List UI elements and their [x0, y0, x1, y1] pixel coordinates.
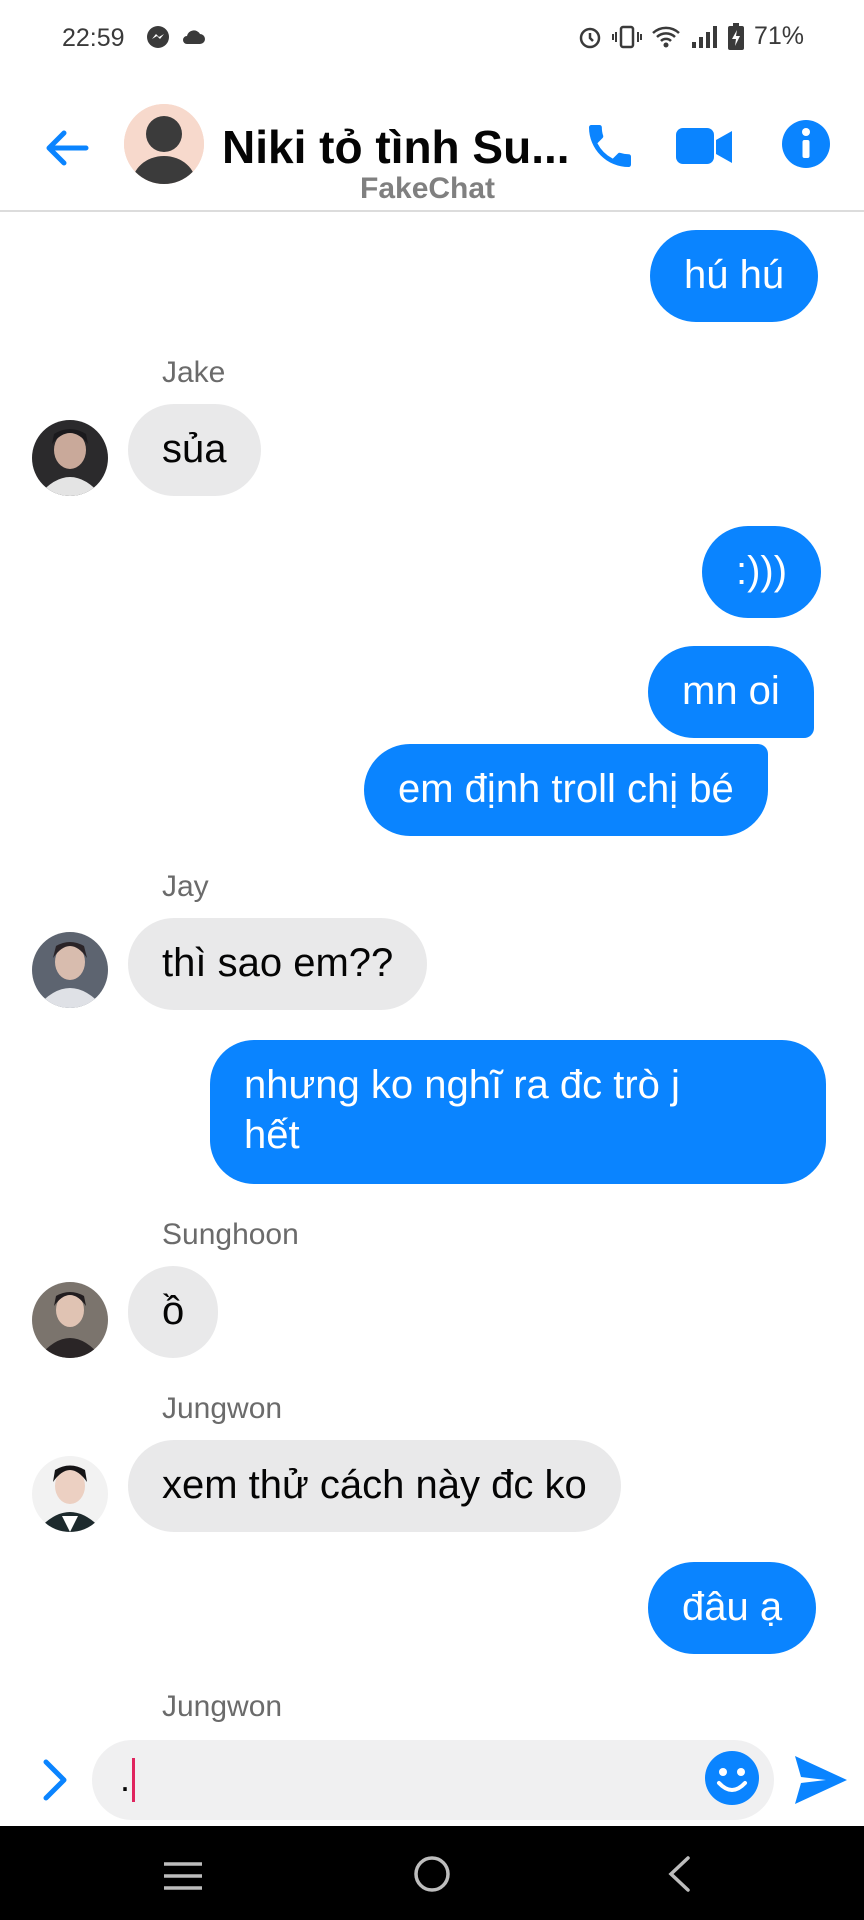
- avatar-jay[interactable]: [32, 932, 108, 1008]
- status-bar: 22:59 71%: [0, 0, 864, 80]
- sender-name: Jungwon: [162, 1690, 283, 1723]
- message-composer: .: [0, 1730, 864, 1830]
- battery-icon: [727, 22, 744, 50]
- chat-title[interactable]: Niki tỏ tình Su...: [222, 120, 570, 174]
- sender-name: Jay: [162, 870, 209, 903]
- text-caret: [132, 1758, 135, 1802]
- send-icon[interactable]: [792, 1752, 850, 1808]
- message-outgoing[interactable]: hú hú: [650, 230, 819, 322]
- message-outgoing[interactable]: nhưng ko nghĩ ra đc trò j hết: [210, 1040, 826, 1184]
- profile-photo: [32, 1456, 108, 1532]
- message-outgoing[interactable]: đâu ạ: [648, 1562, 817, 1654]
- avatar-jake[interactable]: [32, 420, 108, 496]
- message-input[interactable]: .: [92, 1740, 774, 1820]
- status-time: 22:59: [62, 24, 125, 52]
- message-incoming[interactable]: ồ: [128, 1266, 219, 1358]
- cloud-icon: [183, 30, 205, 44]
- battery-percentage: 71%: [753, 22, 804, 50]
- default-avatar-icon: [124, 104, 204, 184]
- nav-menu-icon[interactable]: [162, 1860, 204, 1892]
- fakechat-watermark: FakeChat: [360, 172, 496, 205]
- message-incoming[interactable]: xem thử cách này đc ko: [128, 1440, 621, 1532]
- sender-name: Jungwon: [162, 1392, 283, 1425]
- profile-photo: [32, 420, 108, 496]
- message-input-value: .: [120, 1758, 131, 1799]
- profile-photo: [32, 1282, 108, 1358]
- video-camera-icon[interactable]: [674, 122, 736, 172]
- avatar-jungwon[interactable]: [32, 1456, 108, 1532]
- system-nav-bar: [0, 1826, 864, 1920]
- alarm-icon: [579, 27, 601, 48]
- message-outgoing[interactable]: em định troll chị bé: [364, 744, 768, 836]
- info-icon[interactable]: [780, 118, 832, 170]
- profile-photo: [32, 932, 108, 1008]
- message-outgoing[interactable]: mn oi: [648, 646, 814, 738]
- vibrate-icon: [611, 25, 642, 48]
- nav-back-icon[interactable]: [666, 1854, 692, 1894]
- emoji-icon[interactable]: [704, 1750, 760, 1806]
- chevron-right-icon[interactable]: [38, 1756, 72, 1804]
- message-incoming[interactable]: sủa: [128, 404, 261, 496]
- phone-icon[interactable]: [582, 118, 638, 174]
- signal-icon: [691, 25, 717, 48]
- message-incoming[interactable]: thì sao em??: [128, 918, 428, 1010]
- sender-name: Jake: [162, 356, 226, 389]
- nav-home-icon[interactable]: [412, 1854, 452, 1894]
- chat-header: Niki tỏ tình Su... FakeChat: [0, 84, 864, 212]
- wifi-icon: [652, 26, 680, 47]
- avatar-sunghoon[interactable]: [32, 1282, 108, 1358]
- chat-avatar[interactable]: [124, 104, 204, 184]
- message-outgoing[interactable]: :))): [702, 526, 822, 618]
- back-arrow-icon[interactable]: [40, 122, 92, 174]
- sender-name: Sunghoon: [162, 1218, 299, 1251]
- messenger-icon: [147, 26, 169, 48]
